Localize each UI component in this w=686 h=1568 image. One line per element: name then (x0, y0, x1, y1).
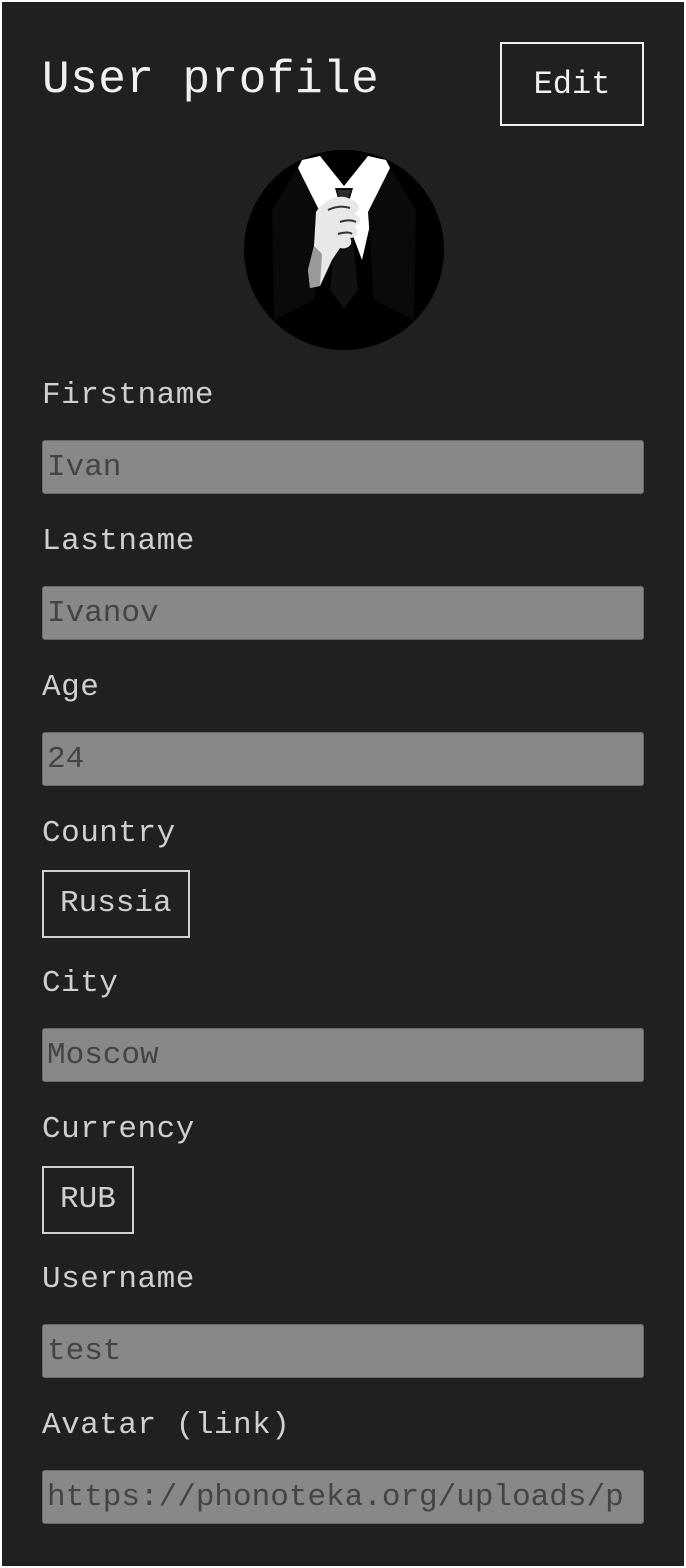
city-field[interactable] (42, 1028, 644, 1082)
city-label: City (42, 966, 119, 1001)
username-field[interactable] (42, 1324, 644, 1378)
profile-card: User profile Edit Firstname Lastname Age… (2, 2, 684, 1566)
suited-man-avatar-icon (244, 150, 444, 350)
currency-label: Currency (42, 1112, 195, 1147)
avatar-link-label: Avatar (link) (42, 1408, 291, 1443)
avatar-link-field[interactable] (42, 1470, 644, 1524)
avatar (244, 150, 444, 350)
firstname-label: Firstname (42, 378, 214, 413)
page-title: User profile (42, 54, 380, 106)
age-field[interactable] (42, 732, 644, 786)
country-select[interactable]: Russia (42, 870, 190, 938)
edit-button[interactable]: Edit (500, 42, 644, 126)
currency-select[interactable]: RUB (42, 1166, 134, 1234)
country-label: Country (42, 816, 176, 851)
lastname-field[interactable] (42, 586, 644, 640)
firstname-field[interactable] (42, 440, 644, 494)
age-label: Age (42, 670, 100, 705)
lastname-label: Lastname (42, 524, 195, 559)
username-label: Username (42, 1262, 195, 1297)
